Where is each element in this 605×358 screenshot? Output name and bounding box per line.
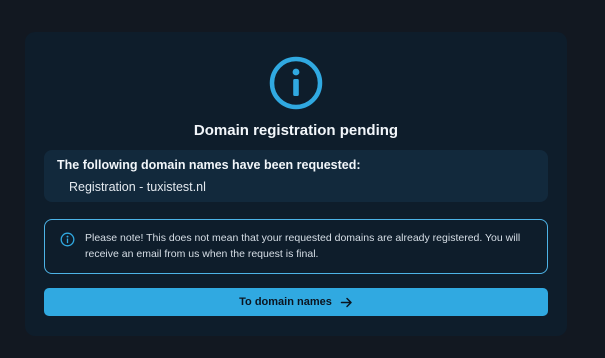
notice-box: Please note! This does not mean that you… — [44, 219, 548, 274]
notice-text: Please note! This does not mean that you… — [85, 232, 521, 260]
to-domain-names-label: To domain names — [239, 296, 332, 308]
info-circle-icon — [269, 56, 323, 110]
requested-domains-box: The following domain names have been req… — [44, 150, 548, 202]
info-icon — [60, 232, 75, 247]
arrow-right-icon — [340, 297, 352, 307]
domain-list-item: Registration - tuxistest.nl — [69, 180, 206, 194]
page-title: Domain registration pending — [193, 122, 399, 139]
to-domain-names-button[interactable]: To domain names — [44, 288, 548, 316]
requested-domains-heading: The following domain names have been req… — [57, 158, 361, 172]
registration-pending-card: Domain registration pending The followin… — [25, 32, 567, 336]
